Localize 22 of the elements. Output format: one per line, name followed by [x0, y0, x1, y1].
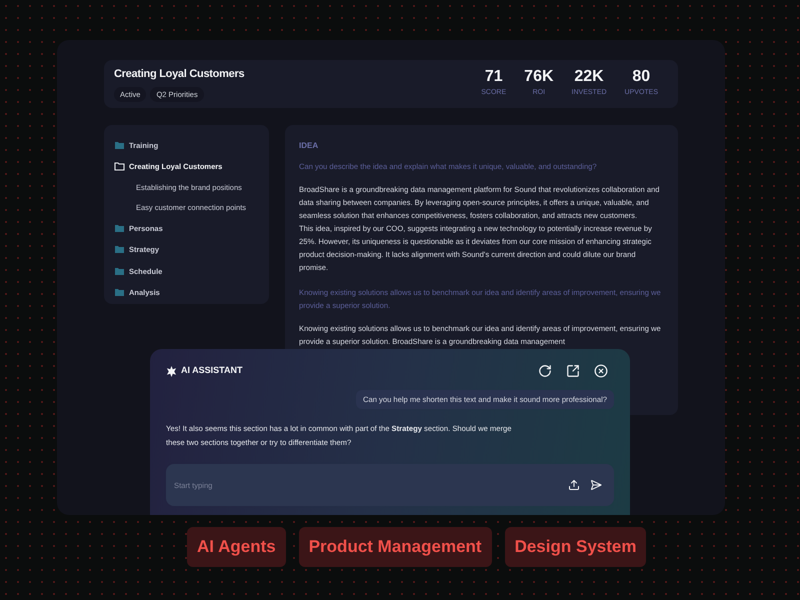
- folder-outline-icon: [114, 162, 125, 172]
- folder-icon: [114, 288, 125, 297]
- sparkle-icon: [166, 366, 177, 376]
- upload-icon[interactable]: [568, 479, 580, 492]
- page-title: Creating Loyal Customers: [114, 66, 244, 82]
- folder-icon: [114, 245, 125, 254]
- close-icon[interactable]: [594, 364, 608, 378]
- assistant-title: AI ASSISTANT: [181, 364, 243, 378]
- stat-value: 80: [632, 69, 650, 86]
- folder-icon: [114, 141, 125, 150]
- stat-value: 71: [484, 69, 503, 86]
- send-icon[interactable]: [590, 479, 602, 492]
- topic-tag: Design System: [504, 527, 646, 566]
- external-link-icon[interactable]: [566, 364, 580, 378]
- refresh-icon[interactable]: [538, 364, 552, 378]
- folder-icon: [114, 266, 125, 276]
- folder-icon: [114, 224, 125, 234]
- stat-value: 76K: [524, 69, 554, 86]
- section-heading: IDEA: [299, 140, 320, 152]
- topic-tag: Product Management: [298, 527, 492, 566]
- stat-value: 22K: [574, 69, 604, 86]
- topic-tag: AI Agents: [187, 527, 286, 566]
